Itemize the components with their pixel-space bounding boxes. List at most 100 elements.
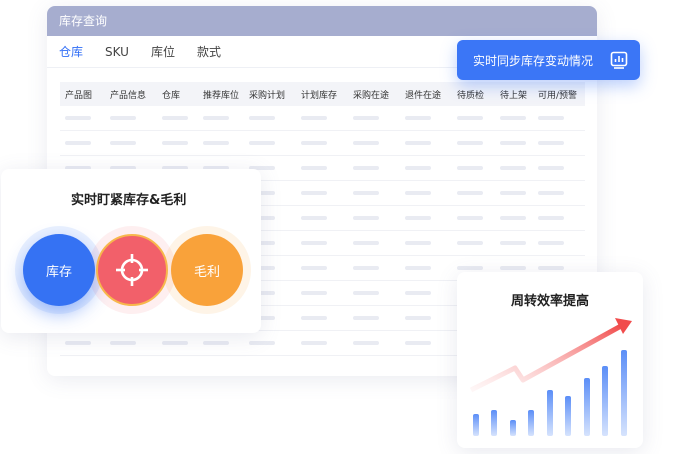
column-header[interactable]: 可用/预警	[533, 88, 585, 101]
placeholder-bar	[405, 241, 431, 245]
bar	[528, 410, 534, 436]
column-header[interactable]: 仓库	[157, 88, 198, 101]
placeholder-bar	[405, 116, 431, 120]
placeholder-bar	[203, 341, 229, 345]
table-cell	[348, 241, 400, 245]
placeholder-bar	[500, 141, 526, 145]
tab-warehouse[interactable]: 仓库	[59, 36, 83, 68]
placeholder-bar	[457, 191, 483, 195]
table-cell	[348, 316, 400, 320]
table-cell	[495, 241, 533, 245]
column-header[interactable]: 采购计划	[244, 88, 296, 101]
table-cell	[495, 166, 533, 170]
stock-circle: 库存	[23, 234, 95, 306]
column-header[interactable]: 推荐库位	[198, 88, 244, 101]
placeholder-bar	[65, 141, 91, 145]
placeholder-bar	[405, 341, 431, 345]
table-cell	[296, 216, 348, 220]
placeholder-bar	[405, 141, 431, 145]
table-cell	[348, 166, 400, 170]
table-cell	[452, 141, 495, 145]
margin-circle: 毛利	[171, 234, 243, 306]
bar	[510, 420, 516, 436]
table-cell	[244, 116, 296, 120]
table-row[interactable]	[60, 106, 585, 131]
column-header[interactable]: 采购在途	[348, 88, 400, 101]
column-header[interactable]: 退件在途	[400, 88, 452, 101]
table-cell	[296, 116, 348, 120]
table-cell	[105, 116, 157, 120]
placeholder-bar	[457, 216, 483, 220]
table-row[interactable]	[60, 131, 585, 156]
sync-badge-label: 实时同步库存变动情况	[473, 53, 594, 68]
table-cell	[495, 266, 533, 270]
table-cell	[348, 341, 400, 345]
placeholder-bar	[110, 116, 136, 120]
table-cell	[400, 166, 452, 170]
table-cell	[157, 116, 198, 120]
placeholder-bar	[457, 166, 483, 170]
placeholder-bar	[500, 166, 526, 170]
placeholder-bar	[353, 191, 379, 195]
placeholder-bar	[249, 141, 275, 145]
column-header[interactable]: 计划库存	[296, 88, 348, 101]
placeholder-bar	[500, 216, 526, 220]
window-title: 库存查询	[47, 6, 597, 36]
placeholder-bar	[249, 116, 275, 120]
placeholder-bar	[249, 341, 275, 345]
placeholder-bar	[65, 341, 91, 345]
table-cell	[400, 116, 452, 120]
table-cell	[400, 141, 452, 145]
column-header[interactable]: 待质检	[452, 88, 495, 101]
table-cell	[348, 266, 400, 270]
placeholder-bar	[538, 116, 564, 120]
table-cell	[533, 116, 585, 120]
bar	[547, 390, 553, 436]
tab-location[interactable]: 库位	[151, 36, 175, 68]
placeholder-bar	[405, 216, 431, 220]
placeholder-bar	[538, 241, 564, 245]
placeholder-bar	[301, 266, 327, 270]
placeholder-bar	[301, 166, 327, 170]
table-cell	[60, 341, 105, 345]
placeholder-bar	[500, 266, 526, 270]
table-cell	[105, 141, 157, 145]
table-cell	[400, 316, 452, 320]
table-cell	[400, 241, 452, 245]
placeholder-bar	[301, 141, 327, 145]
bar	[602, 366, 608, 436]
crosshair-icon	[116, 254, 148, 286]
placeholder-bar	[457, 241, 483, 245]
placeholder-bar	[538, 266, 564, 270]
placeholder-bar	[405, 166, 431, 170]
table-cell	[296, 291, 348, 295]
bar	[473, 414, 479, 436]
table-cell	[105, 341, 157, 345]
table-cell	[157, 341, 198, 345]
placeholder-bar	[405, 266, 431, 270]
table-cell	[400, 291, 452, 295]
placeholder-bar	[301, 241, 327, 245]
chart-icon	[610, 51, 628, 69]
placeholder-bar	[405, 291, 431, 295]
placeholder-bar	[457, 266, 483, 270]
tab-style[interactable]: 款式	[197, 36, 221, 68]
placeholder-bar	[301, 291, 327, 295]
column-header[interactable]: 产品图	[60, 88, 105, 101]
placeholder-bar	[405, 191, 431, 195]
tab-sku[interactable]: SKU	[105, 36, 129, 68]
table-cell	[296, 316, 348, 320]
placeholder-bar	[538, 141, 564, 145]
placeholder-bar	[353, 116, 379, 120]
trend-arrow-icon	[469, 323, 623, 393]
table-cell	[452, 116, 495, 120]
table-cell	[400, 341, 452, 345]
table-cell	[495, 216, 533, 220]
column-header[interactable]: 产品信息	[105, 88, 157, 101]
column-header[interactable]: 待上架	[495, 88, 533, 101]
sync-badge[interactable]: 实时同步库存变动情况	[457, 40, 640, 80]
table-cell	[452, 241, 495, 245]
placeholder-bar	[110, 341, 136, 345]
placeholder-bar	[538, 191, 564, 195]
table-cell	[348, 116, 400, 120]
